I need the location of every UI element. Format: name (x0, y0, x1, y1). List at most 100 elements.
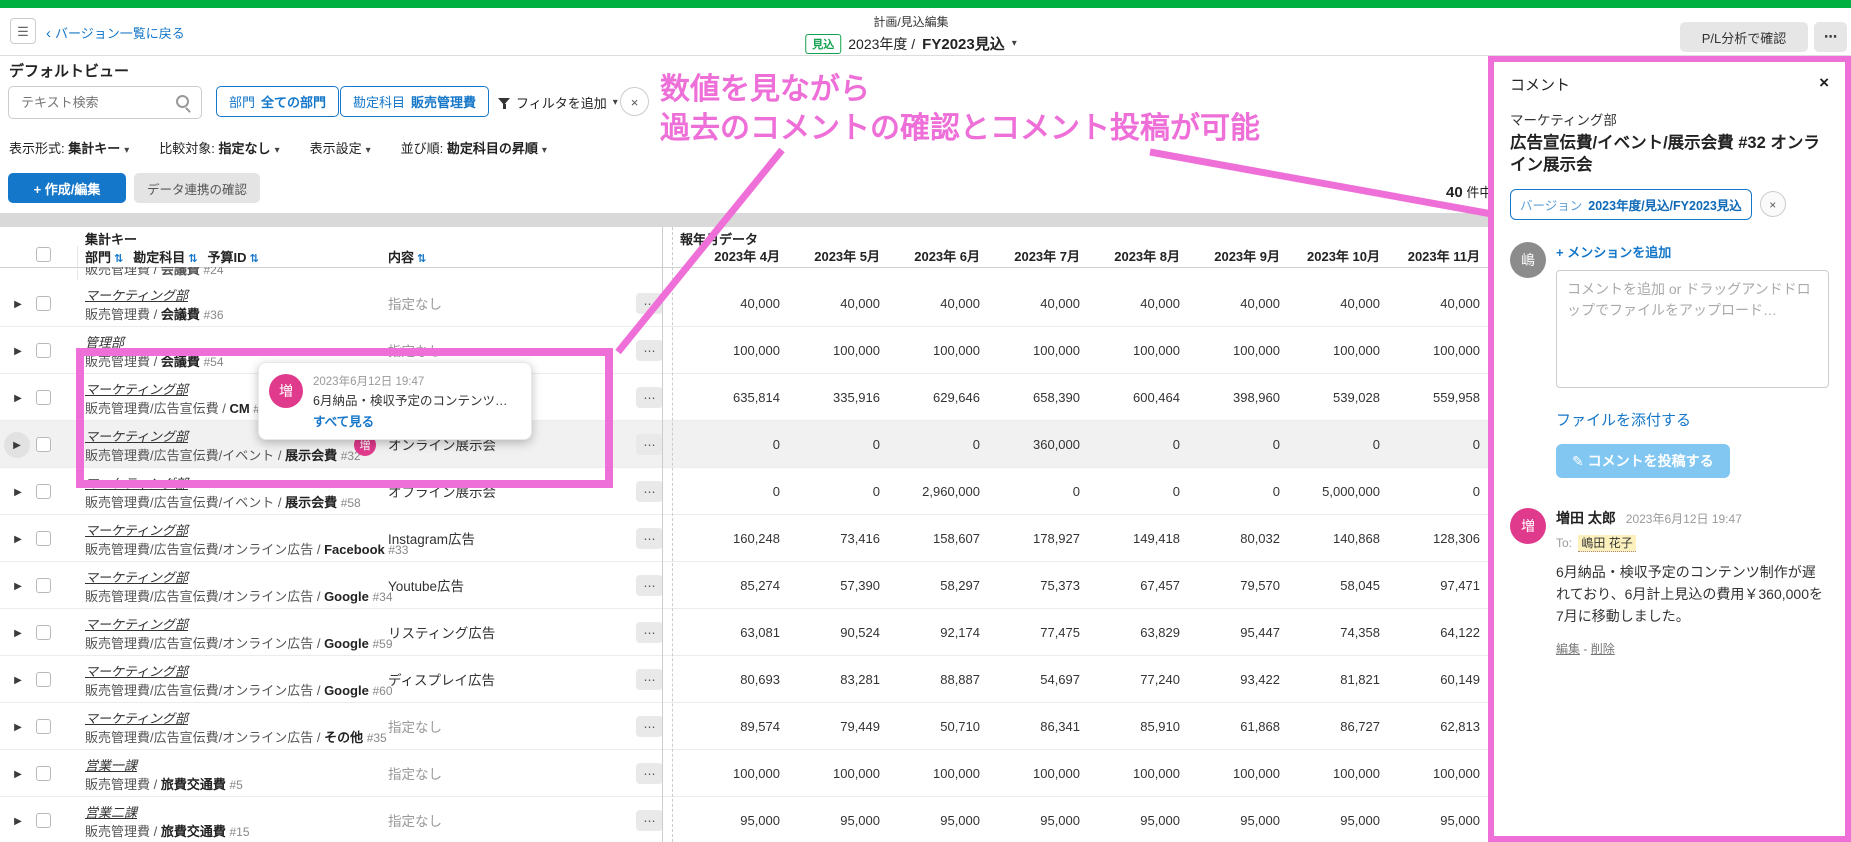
display-format-dropdown[interactable]: 表示形式: 集計キー▾ (9, 138, 129, 157)
expand-row-icon[interactable]: ▶ (8, 764, 28, 784)
month-column-header: 2023年 8月 (1080, 246, 1180, 265)
expand-row-icon[interactable]: ▶ (8, 341, 28, 361)
row-more-button[interactable]: ⋯ (636, 669, 663, 690)
row-more-button[interactable]: ⋯ (636, 716, 663, 737)
department-link[interactable]: マーケティング部 (85, 567, 188, 586)
row-checkbox[interactable] (36, 672, 51, 687)
row-more-button[interactable]: ⋯ (636, 575, 663, 596)
expand-row-icon[interactable]: ▶ (8, 482, 28, 502)
column-content[interactable]: 内容 (388, 250, 414, 265)
sort-icon[interactable]: ⇅ (249, 253, 258, 265)
attach-file-link[interactable]: ファイルを添付する (1556, 409, 1829, 430)
row-checkbox[interactable] (36, 531, 51, 546)
department-link[interactable]: マーケティング部 (85, 661, 188, 680)
row-more-button[interactable]: ⋯ (636, 810, 663, 831)
department-link[interactable]: マーケティング部 (85, 708, 188, 727)
row-more-button[interactable]: ⋯ (636, 387, 663, 408)
row-more-button[interactable]: ⋯ (636, 763, 663, 784)
hamburger-menu-icon[interactable]: ☰ (10, 18, 36, 44)
row-checkbox[interactable] (36, 625, 51, 640)
row-checkbox[interactable] (36, 578, 51, 593)
month-values: 160,24873,416158,607178,927149,41880,032… (680, 515, 1480, 561)
select-all-checkbox[interactable] (36, 247, 51, 262)
row-more-button[interactable]: ⋯ (636, 528, 663, 549)
sort-icon-active[interactable]: ⇅ (188, 253, 197, 265)
version-name[interactable]: FY2023見込 (922, 33, 1005, 54)
sort-icon[interactable]: ⇅ (417, 253, 426, 265)
column-department[interactable]: 部門 (85, 250, 111, 265)
data-link-check-button[interactable]: データ連携の確認 (134, 173, 260, 203)
chevron-down-icon[interactable]: ▾ (1012, 38, 1017, 49)
expand-row-icon[interactable]: ▶ (8, 529, 28, 549)
add-mention-link[interactable]: + メンションを追加 (1556, 245, 1671, 260)
month-value-cell: 40,000 (780, 296, 880, 311)
row-checkbox[interactable] (36, 484, 51, 499)
sort-icon[interactable]: ⇅ (114, 253, 123, 265)
compare-target-dropdown[interactable]: 比較対象: 指定なし▾ (159, 138, 279, 157)
close-icon[interactable]: × (1819, 74, 1829, 91)
row-checkbox[interactable] (36, 296, 51, 311)
expand-row-icon[interactable]: ▶ (8, 576, 28, 596)
department-link[interactable]: マーケティング部 (85, 426, 188, 445)
month-value-cell: 0 (1080, 484, 1180, 499)
add-filter-button[interactable]: フィルタを追加 ▾ (498, 93, 618, 112)
see-all-comments-link[interactable]: すべて見る (313, 411, 374, 430)
search-input[interactable] (19, 94, 173, 111)
department-link[interactable]: 管理部 (85, 332, 124, 351)
row-more-button[interactable]: ⋯ (636, 434, 663, 455)
expand-row-icon[interactable]: ▶ (4, 432, 30, 458)
delete-comment-link[interactable]: 削除 (1591, 642, 1615, 656)
row-more-button[interactable]: ⋯ (636, 340, 663, 361)
row-more-button[interactable]: ⋯ (636, 293, 663, 314)
department-link[interactable]: マーケティング部 (85, 379, 188, 398)
header-more-button[interactable]: ⋯ (1814, 22, 1847, 52)
comment-input[interactable] (1556, 270, 1829, 388)
month-value-cell: 0 (1280, 437, 1380, 452)
tooltip-comment-text: 6月納品・検収予定のコンテンツ… (313, 390, 507, 409)
filter-chip-account[interactable]: 勘定科目販売管理費 (340, 86, 489, 117)
expand-row-icon[interactable]: ▶ (8, 623, 28, 643)
version-filter-chip[interactable]: バージョン 2023年度/見込/FY2023見込 (1510, 189, 1752, 220)
month-value-cell: 0 (680, 484, 780, 499)
avatar: 増 (269, 374, 303, 408)
row-more-button[interactable]: ⋯ (636, 622, 663, 643)
create-edit-button[interactable]: + 作成/編集 (8, 173, 126, 203)
department-link[interactable]: マーケティング部 (85, 520, 188, 539)
row-checkbox[interactable] (36, 766, 51, 781)
sort-order-dropdown[interactable]: 並び順: 勘定科目の昇順▾ (401, 138, 547, 157)
row-checkbox[interactable] (36, 719, 51, 734)
comment-body: 6月納品・検収予定のコンテンツ制作が遅れており、6月計上見込の費用￥360,00… (1556, 561, 1829, 628)
filter-chip-department[interactable]: 部門全ての部門 (216, 86, 339, 117)
department-link[interactable]: マーケティング部 (85, 614, 188, 633)
expand-row-icon[interactable]: ▶ (8, 717, 28, 737)
column-account[interactable]: 勘定科目 (133, 250, 185, 265)
post-comment-button[interactable]: ✎ コメントを投稿する (1556, 444, 1730, 478)
row-more-button[interactable]: ⋯ (636, 481, 663, 502)
remove-version-filter-button[interactable]: × (1760, 191, 1786, 217)
month-value-cell: 635,814 (680, 390, 780, 405)
expand-row-icon[interactable]: ▶ (8, 811, 28, 831)
department-link[interactable]: 営業二課 (85, 802, 137, 821)
expand-row-icon[interactable]: ▶ (8, 670, 28, 690)
month-value-cell: 54,697 (980, 672, 1080, 687)
department-link[interactable]: マーケティング部 (85, 285, 188, 304)
department-link[interactable]: マーケティング部 (85, 473, 188, 492)
pl-analysis-button[interactable]: P/L分析で確認 (1680, 22, 1808, 52)
department-link[interactable]: 営業一課 (85, 755, 137, 774)
clear-filters-button[interactable]: × (620, 87, 649, 116)
back-to-version-list-link[interactable]: ‹バージョン一覧に戻る (46, 23, 185, 42)
edit-comment-link[interactable]: 編集 (1556, 642, 1580, 656)
column-budget-id[interactable]: 予算ID (207, 250, 246, 265)
expand-row-icon[interactable]: ▶ (8, 388, 28, 408)
row-checkbox[interactable] (36, 343, 51, 358)
row-checkbox[interactable] (36, 390, 51, 405)
month-value-cell: 100,000 (980, 343, 1080, 358)
display-settings-dropdown[interactable]: 表示設定▾ (310, 138, 371, 157)
account-path: 販売管理費/広告宣伝費/イベント / 展示会費 #32 (85, 445, 361, 464)
row-checkbox[interactable] (36, 437, 51, 452)
mentioned-user[interactable]: 嶋田 花子 (1578, 535, 1635, 552)
content-cell: ディスプレイ広告 (388, 656, 495, 702)
month-value-cell: 77,475 (980, 625, 1080, 640)
expand-row-icon[interactable]: ▶ (8, 294, 28, 314)
row-checkbox[interactable] (36, 813, 51, 828)
